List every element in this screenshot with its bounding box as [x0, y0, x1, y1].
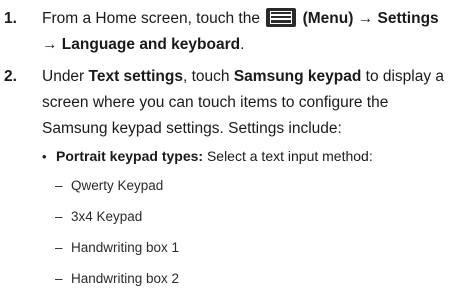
menu-icon — [266, 8, 297, 27]
step-1-prefix: From a Home screen, touch the — [42, 10, 260, 27]
step-1-line-2: → Language and keyboard. — [42, 32, 470, 58]
arrow: → — [357, 10, 374, 27]
sub-item-label: Handwriting box 2 — [71, 271, 180, 286]
step-2-line-2: screen where you can touch items to conf… — [42, 94, 389, 111]
sub-item: – Handwriting box 2 — [55, 268, 179, 290]
bullet-list: • Portrait keypad types: Select a text in… — [42, 143, 462, 170]
samsung-keypad-label: Samsung keypad — [233, 68, 362, 85]
menu-icon-bar — [271, 18, 292, 20]
settings-label: Settings — [377, 10, 439, 27]
step-2-text: Under Text settings, touch Samsung keypa… — [42, 64, 470, 142]
step-2-mid: , touch — [182, 68, 234, 85]
bullet-label: Portrait keypad types: — [56, 148, 204, 164]
step-1: 1. From a Home screen, touch the (Menu) … — [4, 6, 470, 58]
sub-item: – Qwerty Keypad — [55, 175, 163, 197]
step-number: 2. — [4, 68, 17, 85]
bullet-marker: • — [42, 149, 47, 164]
step-2-line-3: Samsung keypad settings. Settings includ… — [42, 120, 342, 137]
sub-item: – Handwriting box 1 — [55, 237, 179, 259]
bullet-text: Select a text input method: — [203, 148, 373, 164]
menu-label: (Menu) — [302, 10, 354, 27]
step-2-line-1: Under Text settings, touch Samsung keypa… — [42, 64, 470, 90]
sub-item-label: Handwriting box 1 — [71, 240, 180, 255]
text-settings-label: Text settings — [88, 68, 183, 85]
sub-item-label: 3x4 Keypad — [71, 209, 143, 224]
dash-marker: – — [55, 271, 63, 286]
step-2-prefix: Under — [42, 68, 89, 85]
step-2-suffix: to display a — [361, 68, 445, 85]
step-number: 1. — [4, 10, 17, 27]
dash-marker: – — [55, 178, 63, 193]
dash-marker: – — [55, 209, 63, 224]
step-2: 2. Under Text settings, touch Samsung ke… — [4, 64, 470, 142]
sub-item-label: Qwerty Keypad — [71, 178, 164, 193]
step-1-text: From a Home screen, touch the (Menu) → S… — [42, 6, 470, 58]
step-1-period: . — [240, 36, 245, 53]
step-1-line-1: From a Home screen, touch the (Menu) → S… — [42, 6, 470, 32]
sub-item: –3x4 Keypad — [55, 206, 142, 228]
bullet-portrait-keypad: • Portrait keypad types: Select a text in… — [42, 143, 462, 170]
language-keyboard-label: → Language and keyboard — [42, 36, 241, 53]
manual-page: 1. From a Home screen, touch the (Menu) … — [0, 0, 473, 300]
menu-icon-bar — [271, 14, 292, 16]
dash-marker: – — [55, 240, 63, 255]
